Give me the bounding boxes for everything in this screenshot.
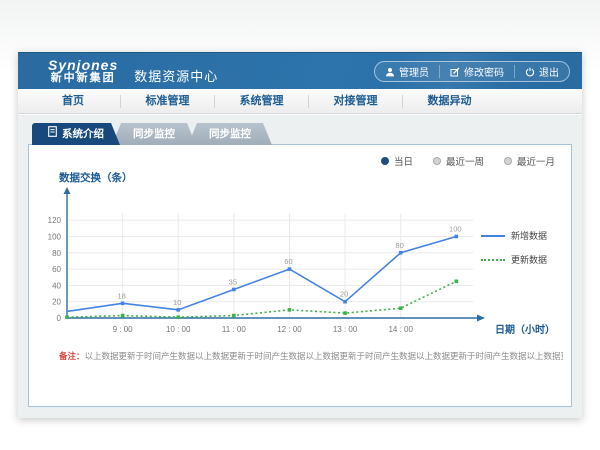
legend-item-new-data: 新增数据 [481, 229, 563, 242]
nav-item-standard-mgmt[interactable]: 标准管理 [120, 95, 214, 108]
nav-item-interface-mgmt[interactable]: 对接管理 [308, 95, 402, 108]
svg-text:60: 60 [284, 257, 292, 266]
app-header: Synjones 新中新集团 数据资源中心 管理员 修改密码 [18, 52, 582, 89]
svg-text:80: 80 [396, 241, 404, 250]
svg-text:14 : 00: 14 : 00 [388, 325, 413, 334]
footnote-text: 以上数据更新于时间产生数据以上数据更新于时间产生数据以上数据更新于时间产生数据以… [85, 351, 563, 361]
legend-label: 更新数据 [511, 253, 547, 266]
svg-text:20: 20 [52, 298, 61, 307]
y-axis-title: 数据交换（条） [59, 170, 133, 185]
radio-last-week[interactable]: 最近一周 [433, 154, 484, 168]
tab-system-intro[interactable]: 系统介绍 [32, 123, 120, 145]
svg-text:100: 100 [449, 224, 462, 233]
nav-item-system-mgmt[interactable]: 系统管理 [214, 95, 308, 108]
nav-item-home[interactable]: 首页 [26, 95, 120, 108]
radio-last-week-label: 最近一周 [446, 154, 484, 168]
svg-text:80: 80 [52, 249, 61, 258]
page-background: Synjones 新中新集团 数据资源中心 管理员 修改密码 [0, 0, 600, 450]
svg-text:35: 35 [229, 277, 237, 286]
radio-icon [504, 157, 512, 165]
tab-sync-monitor-1[interactable]: 同步监控 [112, 123, 196, 145]
tab-system-intro-label: 系统介绍 [62, 123, 104, 145]
document-icon [48, 123, 57, 145]
user-menu-logout-label: 退出 [539, 64, 559, 79]
logo-text-en: Synjones [48, 58, 118, 73]
svg-text:11 : 00: 11 : 00 [222, 325, 246, 334]
svg-text:18: 18 [117, 291, 125, 300]
user-menu-logout[interactable]: 退出 [514, 65, 569, 78]
footnote: 备注：以上数据更新于时间产生数据以上数据更新于时间产生数据以上数据更新于时间产生… [59, 350, 563, 362]
nav-item-data-change[interactable]: 数据异动 [402, 95, 496, 108]
legend-line-sample [481, 235, 505, 237]
legend-label: 新增数据 [511, 229, 547, 242]
main-nav: 首页 标准管理 系统管理 对接管理 数据异动 [18, 89, 582, 114]
user-menu-admin[interactable]: 管理员 [375, 65, 439, 78]
svg-text:10: 10 [173, 298, 181, 307]
legend-item-updated-data: 更新数据 [481, 253, 563, 266]
user-icon [385, 67, 395, 77]
time-range-radio-group: 当日 最近一周 最近一月 [381, 154, 555, 168]
tab-bar: 系统介绍 同步监控 同步监控 [28, 123, 572, 145]
radio-last-month-label: 最近一月 [517, 154, 555, 168]
logo-text-cn: 新中新集团 [48, 73, 118, 85]
tab-sync-monitor-2[interactable]: 同步监控 [188, 123, 272, 145]
svg-text:12 : 00: 12 : 00 [277, 325, 302, 334]
svg-text:13 : 00: 13 : 00 [333, 325, 358, 334]
radio-today[interactable]: 当日 [381, 154, 413, 168]
svg-text:120: 120 [48, 216, 62, 225]
svg-text:0: 0 [57, 314, 62, 323]
radio-today-label: 当日 [394, 154, 413, 168]
svg-text:9 : 00: 9 : 00 [113, 325, 134, 334]
svg-text:100: 100 [48, 232, 62, 241]
content-area: 系统介绍 同步监控 同步监控 当日 最近一周 [18, 115, 582, 418]
radio-last-month[interactable]: 最近一月 [504, 154, 555, 168]
legend-line-sample [481, 259, 505, 261]
footnote-label: 备注： [59, 351, 85, 361]
user-menu-admin-label: 管理员 [399, 64, 429, 79]
user-menu-change-password[interactable]: 修改密码 [439, 65, 514, 78]
svg-text:60: 60 [52, 265, 61, 274]
svg-text:20: 20 [340, 290, 348, 299]
svg-text:10 : 00: 10 : 00 [166, 325, 191, 334]
app-window: Synjones 新中新集团 数据资源中心 管理员 修改密码 [18, 52, 582, 418]
radio-icon [381, 157, 389, 165]
svg-text:40: 40 [52, 281, 61, 290]
chart-legend: 新增数据 更新数据 [481, 229, 563, 277]
company-logo: Synjones 新中新集团 [48, 58, 118, 84]
page-title: 数据资源中心 [134, 58, 218, 85]
user-menu-change-password-label: 修改密码 [464, 64, 504, 79]
radio-icon [433, 157, 441, 165]
chart-panel: 当日 最近一周 最近一月 数据交换（条） 0 20 40 60 80 100 120 9 : … [28, 144, 572, 407]
user-menu: 管理员 修改密码 退出 [374, 61, 570, 82]
edit-icon [450, 67, 460, 77]
power-icon [525, 67, 535, 77]
svg-text:日期（小时）: 日期（小时） [495, 323, 555, 336]
